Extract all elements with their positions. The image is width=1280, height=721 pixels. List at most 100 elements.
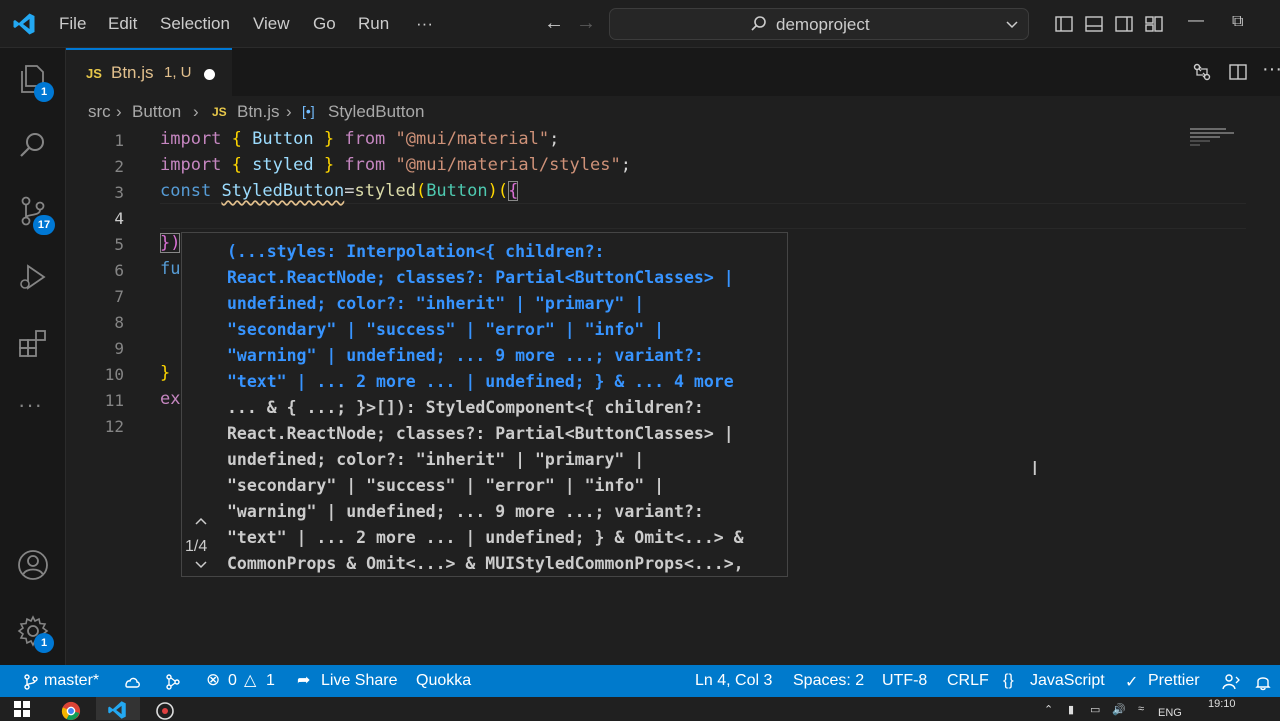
variable-symbol-icon: [•] (302, 103, 315, 119)
quokka-button[interactable]: Quokka (416, 672, 471, 690)
breadcrumb: src › Button › JS Btn.js › [•] StyledBut… (66, 96, 1280, 128)
line-number: 1 (114, 131, 124, 150)
extensions-icon[interactable] (16, 326, 50, 360)
feedback-person-icon[interactable] (1222, 673, 1240, 691)
line-number: 6 (114, 261, 124, 280)
windows-taskbar: ⌃ ▮ ▭ 🔊 ≈ ENG 19:10 (0, 697, 1280, 721)
code-line-11: ex (160, 389, 181, 409)
overload-counter: 1/4 (185, 538, 208, 555)
recorder-app-icon[interactable] (155, 701, 175, 721)
toggle-panel-icon[interactable] (1084, 14, 1104, 34)
closing-brace: }) (160, 233, 181, 253)
code-line-1: import { Button } from "@mui/material"; (160, 129, 560, 149)
notifications-bell-icon[interactable] (1254, 673, 1272, 691)
error-count[interactable]: 0 (228, 672, 237, 690)
menu-run[interactable]: Run (358, 14, 389, 34)
command-center-search[interactable]: demoproject (609, 8, 1029, 40)
run-debug-icon[interactable] (16, 260, 50, 294)
menu-selection[interactable]: Selection (160, 14, 230, 34)
signature-line: React.ReactNode; classes?: Partial<Butto… (227, 268, 734, 287)
vscode-taskbar-icon (108, 701, 126, 719)
restore-icon[interactable]: ⧉ (1232, 13, 1243, 31)
live-share-icon: ➦ (297, 672, 311, 689)
warning-count[interactable]: 1 (266, 672, 275, 690)
more-actions-icon[interactable]: ··· (1262, 58, 1280, 81)
forward-arrow-icon[interactable]: → (576, 12, 596, 35)
encoding[interactable]: UTF-8 (882, 672, 927, 690)
input-language[interactable]: ENG (1158, 707, 1182, 719)
line-number: 12 (104, 417, 124, 436)
braces-icon: {} (1003, 672, 1014, 689)
volume-icon[interactable]: 🔊 (1112, 703, 1126, 716)
line-ending[interactable]: CRLF (947, 672, 989, 690)
menu-edit[interactable]: Edit (108, 14, 137, 34)
tab-btn-js[interactable]: JS Btn.js 1, U (66, 48, 232, 96)
prettier-button[interactable]: Prettier (1148, 672, 1200, 690)
signature-line: (...styles: Interpolation<{ children?: (227, 242, 605, 261)
unsaved-dot-icon[interactable] (204, 69, 215, 80)
menu-file[interactable]: File (59, 14, 86, 34)
windows-start-icon[interactable] (14, 701, 30, 717)
battery-icon[interactable]: ▭ (1090, 703, 1100, 716)
vscode-logo-icon (13, 13, 35, 35)
wifi-icon[interactable]: ≈ (1138, 703, 1144, 715)
status-bar: master* ⊗ 0 △ 1 ➦ Live Share Quokka Ln 4… (0, 665, 1280, 697)
customize-layout-icon[interactable] (1144, 14, 1164, 34)
indentation[interactable]: Spaces: 2 (793, 672, 864, 690)
tab-label: Btn.js (111, 63, 154, 82)
breadcrumb-file[interactable]: Btn.js (237, 102, 280, 122)
chevron-up-icon[interactable] (193, 515, 209, 527)
language-mode[interactable]: JavaScript (1030, 672, 1105, 690)
title-bar: File Edit Selection View Go Run ··· ← → … (0, 0, 1280, 48)
chevron-down-icon[interactable] (193, 559, 209, 571)
cursor-position[interactable]: Ln 4, Col 3 (695, 672, 772, 690)
menu-more[interactable]: ··· (416, 14, 433, 34)
line-number: 10 (104, 365, 124, 384)
text-cursor-icon: I (1032, 458, 1038, 480)
line-number: 11 (104, 391, 124, 410)
search-icon (751, 16, 766, 31)
split-editor-icon[interactable] (1228, 62, 1248, 82)
tray-expand-icon[interactable]: ⌃ (1044, 703, 1053, 716)
line-number: 2 (114, 157, 124, 176)
signature-line: undefined; color?: "inherit" | "primary"… (227, 450, 645, 469)
git-branch-icon (24, 674, 38, 690)
taskbar-vscode-active[interactable] (96, 697, 140, 720)
accounts-icon[interactable] (16, 548, 50, 582)
toggle-primary-sidebar-icon[interactable] (1054, 14, 1074, 34)
usb-icon[interactable]: ▮ (1068, 703, 1074, 716)
back-arrow-icon[interactable]: ← (544, 12, 564, 35)
open-changes-icon[interactable] (1192, 62, 1212, 82)
breadcrumb-symbol[interactable]: StyledButton (328, 102, 424, 122)
breadcrumb-separator-icon: › (286, 102, 292, 121)
signature-line: CommonProps & Omit<...> & MUIStyledCommo… (227, 554, 744, 573)
toggle-secondary-sidebar-icon[interactable] (1114, 14, 1134, 34)
code-line-6: fu (160, 259, 181, 279)
chevron-down-icon[interactable] (1004, 16, 1020, 32)
signature-line: "secondary" | "success" | "error" | "inf… (227, 476, 665, 495)
breadcrumb-separator-icon: › (193, 102, 199, 121)
branch-name[interactable]: master* (44, 672, 99, 690)
code-line-5: }) (160, 233, 181, 253)
menu-view[interactable]: View (253, 14, 290, 34)
breadcrumb-button[interactable]: Button (132, 102, 181, 122)
clock-time[interactable]: 19:10 (1208, 698, 1236, 710)
chrome-icon[interactable] (60, 701, 82, 721)
line-number: 5 (114, 235, 124, 254)
breadcrumb-src[interactable]: src (88, 102, 111, 122)
more-views-icon[interactable]: ··· (18, 392, 43, 418)
minimize-icon[interactable]: — (1188, 12, 1204, 30)
signature-line: ... & { ...; }>[]): StyledComponent<{ ch… (227, 398, 704, 417)
git-graph-icon[interactable] (164, 673, 182, 691)
check-icon: ✓ (1125, 674, 1139, 691)
explorer-badge: 1 (34, 82, 54, 102)
command-center-text: demoproject (776, 15, 870, 34)
menu-go[interactable]: Go (313, 14, 336, 34)
error-icon: ⊗ (206, 670, 221, 689)
search-icon[interactable] (16, 128, 50, 162)
sync-cloud-icon[interactable] (122, 673, 142, 691)
minimap[interactable] (1186, 128, 1266, 158)
javascript-file-icon: JS (86, 66, 102, 81)
live-share-button[interactable]: Live Share (321, 672, 398, 690)
javascript-file-icon: JS (212, 105, 227, 119)
